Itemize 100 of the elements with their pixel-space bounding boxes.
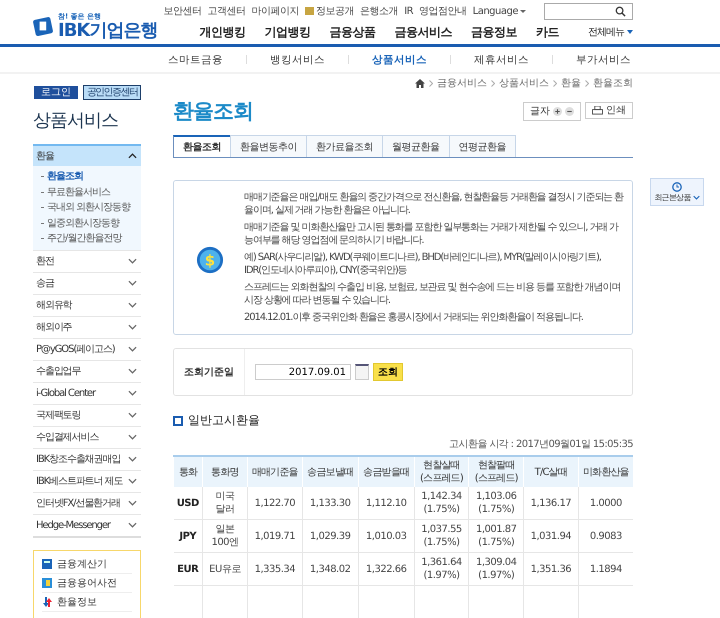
sidebar-item[interactable]: 국제팩토링: [33, 404, 141, 426]
tab[interactable]: 연평균환율: [448, 135, 516, 157]
table-cell: 1,133.30: [302, 487, 358, 520]
table-cell: 1,322.66: [358, 552, 414, 586]
certificate-center-button[interactable]: 공인인증센터: [83, 85, 141, 100]
search-button[interactable]: 조회: [373, 363, 403, 381]
sidebar-item[interactable]: 해외유학: [33, 294, 141, 316]
notice-text: 매매기준율은 매입/매도 환율의 중간가격으로 전신환율, 현찰환율등 거래환율 결정시 기준되는 환율이며, 실제 거래 가능한 환율은 아닙니다.: [244, 191, 624, 217]
sidebar-item[interactable]: P@yGOS(페이고스): [33, 338, 141, 360]
chevron-right-icon: [491, 80, 495, 86]
table-cell: EUR: [174, 552, 202, 586]
breadcrumb-link[interactable]: 환율조회: [593, 76, 633, 90]
table-cell: 1,348.02: [302, 552, 358, 586]
quick-link[interactable]: 금융계산기: [57, 556, 107, 570]
login-button[interactable]: 로그인: [33, 85, 79, 100]
table-cell: 1,361.64 (1.97%): [414, 552, 469, 586]
table-cell: 0.9083: [578, 520, 633, 552]
logo-text[interactable]: IBK기업은행: [58, 22, 158, 40]
plus-icon[interactable]: [553, 106, 562, 116]
table-cell: 1,037.55 (1.75%): [414, 520, 469, 552]
main-nav-item[interactable]: 금융상품: [330, 24, 376, 40]
submenu-item[interactable]: 국내외 외환시장동향: [47, 200, 130, 216]
utility-link[interactable]: Language: [472, 6, 518, 16]
column-header: 통화: [174, 456, 202, 487]
text-size-label: 글자: [530, 105, 550, 118]
breadcrumb-link[interactable]: 상품서비스: [499, 76, 549, 90]
sidebar-item[interactable]: Hedge-Messenger: [33, 514, 141, 536]
breadcrumb-link[interactable]: 환율: [561, 76, 581, 90]
notice-text: 예) SAR(사우디리알), KWD(쿠웨이트디나르), BHD(바레인디나르), MYR(말레이시아링기트), IDR(인도네시아루피아), CNY(중국위안)등: [244, 251, 602, 277]
submenu-item[interactable]: 환율조회: [47, 169, 83, 184]
minus-icon[interactable]: [565, 106, 574, 116]
calendar-icon[interactable]: [355, 364, 369, 380]
main-nav-item[interactable]: 금융서비스: [394, 24, 452, 40]
notice-text: 2014.12.01.이후 중국위안화 환율은 홍콩시장에서 거래되는 위안화환율이 적용됩니다.: [244, 311, 584, 324]
caret-icon: [520, 10, 526, 16]
sidebar-item[interactable]: 환전: [33, 250, 141, 272]
chevron-down-icon: [128, 302, 137, 308]
main-nav-item[interactable]: 카드: [536, 24, 559, 40]
submenu-item[interactable]: 주간/월간환율전망: [47, 231, 122, 246]
sidebar-item[interactable]: 송금: [33, 272, 141, 294]
sidebar-item[interactable]: 수입결제서비스: [33, 426, 141, 448]
date-label: 조회기준일: [174, 349, 245, 395]
print-button[interactable]: 인쇄: [585, 102, 633, 118]
utility-link[interactable]: 영업점안내: [419, 4, 467, 18]
search-field[interactable]: [544, 2, 633, 20]
sidebar-item[interactable]: 인터넷FX/선물환거래: [33, 492, 141, 514]
chevron-right-icon: [553, 80, 557, 86]
calculator-icon: [42, 558, 52, 568]
subnav-tab[interactable]: 스마트금융: [166, 52, 225, 66]
utility-link[interactable]: 마이페이지: [252, 4, 300, 18]
sidebar-item[interactable]: 해외이주: [33, 316, 141, 338]
column-header: T/C살때: [524, 456, 578, 487]
submenu-item[interactable]: 무료환율서비스: [47, 184, 110, 200]
clock-icon: [672, 182, 682, 192]
table-cell: 1,309.04 (1.97%): [468, 552, 524, 586]
quick-link[interactable]: 금융용어사전: [57, 576, 117, 590]
sidebar-item[interactable]: 수출입업무: [33, 360, 141, 382]
column-header: 통화명: [202, 456, 248, 487]
quick-link[interactable]: 환율정보: [57, 594, 97, 608]
table-cell: 1,136.17: [524, 487, 578, 520]
utility-link[interactable]: 정보공개: [316, 4, 354, 18]
tab[interactable]: 환율조회: [173, 135, 231, 157]
submenu-item[interactable]: 일중외환시장동향: [47, 216, 119, 231]
main-nav-item[interactable]: 개인뱅킹: [200, 24, 246, 40]
table-cell: USD: [174, 487, 202, 520]
dollar-coin-icon: $: [196, 246, 224, 274]
sidebar-item[interactable]: i-Global Center: [33, 382, 141, 404]
subnav-tab[interactable]: 제휴서비스: [472, 52, 531, 66]
table-cell: 1,103.06 (1.75%): [468, 487, 524, 520]
chevron-right-icon: [429, 80, 433, 86]
utility-link[interactable]: IR: [404, 6, 414, 16]
date-field[interactable]: 2017.09.01: [255, 364, 351, 380]
utility-link[interactable]: 보안센터: [164, 4, 202, 18]
table-cell: 1,112.10: [358, 487, 414, 520]
main-nav-item[interactable]: 기업뱅킹: [264, 24, 310, 40]
notice-time: 고시환율 시각 : 2017년09월01일 15:05:35: [448, 438, 633, 451]
breadcrumb-link[interactable]: 금융서비스: [437, 76, 487, 90]
tab[interactable]: 환가료율조회: [306, 135, 383, 157]
section-title-text: 일반고시환율: [188, 412, 260, 429]
sidebar-item[interactable]: 환율: [33, 144, 141, 166]
tab[interactable]: 환율변동추이: [230, 135, 307, 157]
chevron-down-icon: [128, 456, 137, 462]
table-cell: 미국 달러: [202, 487, 248, 520]
utility-link[interactable]: 은행소개: [360, 4, 398, 18]
subnav-tab[interactable]: 뱅킹서비스: [268, 52, 327, 66]
search-icon[interactable]: [615, 6, 626, 16]
notice-text: 매매기준율 및 미화환산율만 고시된 통화를 포함한 일부통화는 거래가 제한될 수 있으니, 거래 가능여부를 해당 영업점에 문의하시기 바랍니다.: [244, 221, 620, 247]
main-nav-item[interactable]: 금융정보: [471, 24, 517, 40]
sidebar-item[interactable]: IBK베스트파트너 제도: [33, 470, 141, 492]
subnav-tab[interactable]: 부가서비스: [574, 52, 633, 66]
sidebar-item[interactable]: IBK창조수출채권매입: [33, 448, 141, 470]
tab[interactable]: 월평균환율: [382, 135, 450, 157]
recent-products-widget[interactable]: 최근본상품: [650, 178, 704, 206]
subnav-tab[interactable]: 상품서비스: [370, 52, 429, 66]
utility-link[interactable]: 고객센터: [208, 4, 246, 18]
table-cell: 1,019.71: [248, 520, 302, 552]
all-menu-link[interactable]: 전체메뉴: [588, 25, 624, 39]
home-icon[interactable]: [415, 78, 425, 88]
dash-bullet-icon: [41, 222, 44, 224]
column-header: 매매기준율: [248, 456, 302, 487]
